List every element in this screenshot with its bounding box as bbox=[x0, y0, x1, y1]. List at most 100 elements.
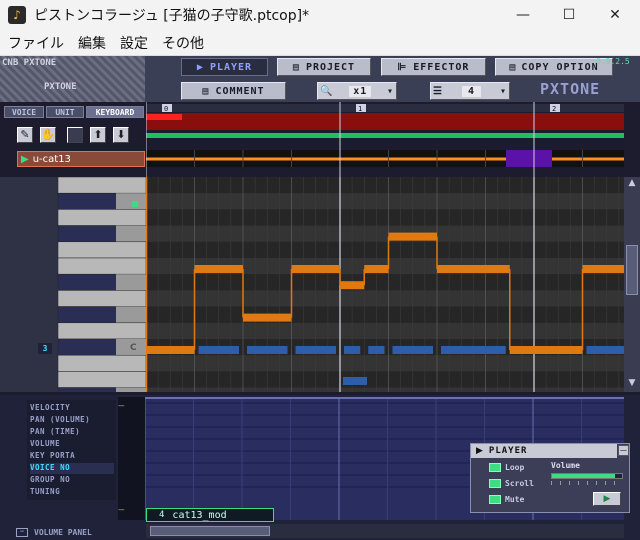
horizontal-scrollbar[interactable] bbox=[146, 524, 624, 538]
scroll-toggle[interactable] bbox=[489, 479, 501, 488]
player-panel: ▶ PLAYER — Loop Scroll Mute Volume ▶ bbox=[470, 443, 630, 513]
player-play-icon: ▶ bbox=[476, 446, 483, 456]
grid-row bbox=[146, 241, 624, 258]
white-key[interactable] bbox=[57, 176, 147, 194]
white-key[interactable] bbox=[57, 257, 147, 275]
unit-row[interactable]: ▶ u-cat13 bbox=[17, 151, 145, 167]
scroll-thumb[interactable] bbox=[626, 245, 638, 295]
maximize-button[interactable]: ☐ bbox=[546, 0, 592, 30]
menu-settings[interactable]: 設定 bbox=[120, 33, 148, 53]
unit-lane-highlight bbox=[506, 150, 552, 167]
note[interactable] bbox=[582, 265, 625, 273]
white-key[interactable] bbox=[57, 290, 147, 307]
param-voice-no[interactable]: VOICE NO bbox=[30, 463, 114, 474]
param-key-porta[interactable]: KEY PORTA bbox=[30, 451, 114, 462]
effector-button[interactable]: ⊫ EFFECTOR bbox=[381, 58, 486, 76]
note[interactable] bbox=[243, 313, 292, 322]
title-bar: ♪ ピストンコラージュ [子猫の子守歌.ptcop]* — ☐ ✕ bbox=[0, 0, 640, 30]
note[interactable] bbox=[388, 232, 438, 241]
vertical-scrollbar[interactable]: ▲ ▼ bbox=[624, 177, 640, 392]
note-shadow bbox=[368, 346, 385, 354]
grid-icon: ☰ bbox=[433, 85, 443, 97]
note[interactable] bbox=[364, 265, 389, 273]
comment-button[interactable]: ▤ COMMENT bbox=[181, 82, 286, 100]
pencil-icon[interactable]: ✎ bbox=[17, 127, 33, 143]
mute-label: Mute bbox=[505, 495, 525, 504]
black-key-tail bbox=[116, 193, 146, 210]
player-play-button[interactable]: ▶ bbox=[593, 492, 621, 506]
close-button[interactable]: ✕ bbox=[592, 0, 638, 30]
window-title: ピストンコラージュ [子猫の子守歌.ptcop]* bbox=[34, 8, 310, 24]
menu-file[interactable]: ファイル bbox=[8, 33, 64, 53]
division-select[interactable]: ☰ 4 ▾ bbox=[430, 82, 510, 100]
grid-row bbox=[146, 274, 624, 291]
player-button-label: PLAYER bbox=[209, 61, 253, 73]
menu-edit[interactable]: 編集 bbox=[78, 33, 106, 53]
note-shadow bbox=[344, 346, 361, 354]
volume-panel-toggle[interactable]: — VOLUME PANEL bbox=[16, 526, 136, 538]
progress-lane bbox=[146, 133, 624, 138]
grid-row bbox=[146, 355, 624, 372]
param-pan-time[interactable]: PAN (TIME) bbox=[30, 427, 114, 438]
player-close-icon[interactable]: — bbox=[618, 445, 629, 456]
loop-toggle[interactable] bbox=[489, 463, 501, 472]
arrow-up-icon[interactable]: ⬆ bbox=[90, 127, 106, 143]
zoom-value: x1 bbox=[349, 85, 372, 97]
note[interactable] bbox=[340, 281, 365, 290]
note[interactable] bbox=[146, 346, 195, 354]
white-key[interactable] bbox=[57, 354, 147, 372]
octave-number: 3 bbox=[38, 343, 52, 354]
magnifier-icon: 🔍 bbox=[320, 85, 334, 97]
tab-keyboard[interactable]: KEYBOARD bbox=[86, 106, 144, 118]
param-volume[interactable]: VOLUME bbox=[30, 439, 114, 450]
note-shadow bbox=[247, 346, 288, 354]
volume-slider[interactable] bbox=[551, 473, 623, 479]
white-key[interactable] bbox=[57, 241, 147, 259]
piano-keys bbox=[57, 176, 147, 405]
tab-voice[interactable]: VOICE bbox=[4, 106, 44, 118]
grid-row bbox=[146, 193, 624, 210]
white-key[interactable] bbox=[57, 322, 147, 340]
player-button[interactable]: ▶ PLAYER bbox=[181, 58, 268, 76]
hand-icon[interactable]: ✋ bbox=[40, 127, 56, 143]
chevron-down-icon: ▾ bbox=[386, 85, 394, 97]
project-button-label: PROJECT bbox=[305, 61, 356, 73]
note[interactable] bbox=[509, 346, 534, 354]
param-gutter: --- --- bbox=[118, 397, 145, 520]
arrow-down-icon[interactable]: ⬇ bbox=[113, 127, 129, 143]
project-button[interactable]: ▤ PROJECT bbox=[277, 58, 371, 76]
note-shadow bbox=[343, 377, 367, 385]
scroll-down-icon[interactable]: ▼ bbox=[625, 378, 639, 390]
note-grid[interactable] bbox=[146, 177, 624, 392]
cursor-marker bbox=[146, 114, 182, 120]
note[interactable] bbox=[534, 346, 583, 354]
param-pan-volume[interactable]: PAN (VOLUME) bbox=[30, 415, 114, 426]
hscroll-thumb[interactable] bbox=[150, 526, 270, 536]
tab-unit[interactable]: UNIT bbox=[46, 106, 84, 118]
white-key[interactable] bbox=[57, 209, 147, 226]
note-shadow bbox=[198, 346, 239, 354]
zoom-select[interactable]: 🔍 x1 ▾ bbox=[317, 82, 397, 100]
menu-other[interactable]: その他 bbox=[162, 33, 204, 53]
volume-fill bbox=[552, 474, 615, 478]
note[interactable] bbox=[194, 265, 244, 273]
param-tuning[interactable]: TUNING bbox=[30, 487, 114, 498]
chevron-down-icon: ▾ bbox=[499, 85, 507, 97]
event-lane bbox=[146, 113, 624, 130]
grid-row bbox=[146, 290, 624, 307]
mute-toggle[interactable] bbox=[489, 495, 501, 504]
piano-keyboard: 3 C bbox=[0, 176, 147, 405]
menu-bar: ファイル 編集 設定 その他 bbox=[0, 30, 640, 56]
grid-row bbox=[146, 177, 624, 194]
param-velocity[interactable]: VELOCITY bbox=[30, 403, 114, 414]
note[interactable] bbox=[437, 265, 510, 273]
black-key-tail bbox=[116, 387, 146, 404]
scroll-up-icon[interactable]: ▲ bbox=[625, 178, 639, 190]
param-graph-top bbox=[145, 397, 624, 399]
voice-value-field[interactable]: 4 cat13_mod bbox=[146, 508, 274, 522]
blank-tool-icon[interactable] bbox=[67, 127, 83, 143]
note[interactable] bbox=[291, 265, 341, 273]
param-group-no[interactable]: GROUP NO bbox=[30, 475, 114, 486]
white-key[interactable] bbox=[57, 371, 147, 388]
minimize-button[interactable]: — bbox=[500, 0, 546, 30]
